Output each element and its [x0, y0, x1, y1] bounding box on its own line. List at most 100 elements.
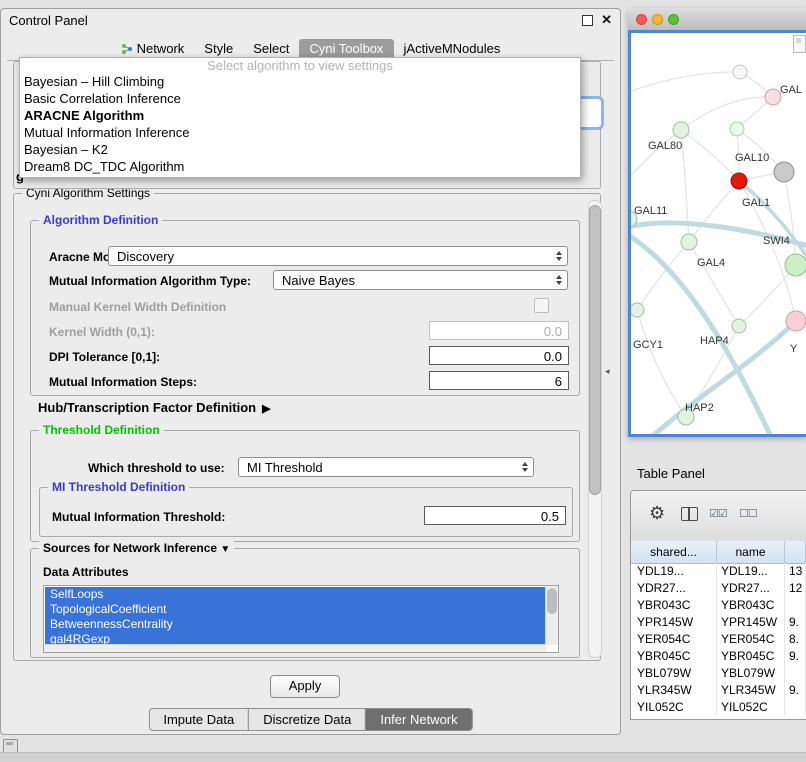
tab-select[interactable]: Select [243, 39, 299, 59]
cell: 13 [785, 563, 806, 580]
table-panel-window: ⚙ ☑☑ ☐☐ shared... name YDL19...YDL19...1… [630, 490, 806, 720]
scrollbar-thumb[interactable] [589, 205, 601, 495]
panel-splitter-arrow-icon[interactable]: ◂ [605, 366, 610, 377]
network-node-gal4[interactable] [681, 234, 697, 250]
aracne-mode-combo[interactable]: Discovery [108, 246, 568, 266]
sources-section-toggle[interactable]: Sources for Network Inference ▼ [39, 541, 234, 555]
data-attributes-label: Data Attributes [43, 565, 129, 579]
table-body: YDL19...YDL19...13 YDR27...YDR27...12 YB… [631, 563, 806, 719]
table-row[interactable]: YIL052CYIL052C [631, 699, 806, 716]
network-node[interactable] [730, 122, 744, 136]
table-row[interactable]: YDR27...YDR27...12 [631, 580, 806, 597]
cell: YLR345W [717, 682, 785, 699]
dpi-tolerance-field[interactable]: 0.0 [429, 346, 569, 365]
tab-jactivemnodules[interactable]: jActiveMNodules [394, 39, 511, 59]
hub-transcription-section-toggle[interactable]: Hub/Transcription Factor Definition▶ [38, 400, 271, 415]
zoom-button[interactable] [668, 14, 679, 25]
float-window-icon[interactable] [582, 15, 593, 26]
mi-algorithm-type-value: Naive Bayes [274, 273, 551, 288]
settings-scrollbar[interactable] [588, 200, 602, 658]
table-header-row: shared... name [631, 541, 806, 564]
dropdown-item-dream8[interactable]: Dream8 DC_TDC Algorithm [20, 158, 580, 175]
table-row[interactable]: YLR345WYLR345W9. [631, 682, 806, 699]
network-node[interactable] [786, 311, 806, 331]
cell: YER054C [631, 631, 717, 648]
tab-select-label: Select [253, 41, 289, 56]
dpi-tolerance-label: DPI Tolerance [0,1]: [49, 350, 160, 364]
network-node[interactable] [733, 65, 747, 79]
dropdown-item-aracne[interactable]: ARACNE Algorithm [20, 107, 580, 124]
column-header-name[interactable]: name [717, 541, 785, 563]
kernel-width-field[interactable]: 0.0 [429, 321, 569, 340]
table-row[interactable]: YBR043CYBR043C [631, 597, 806, 614]
table-row[interactable]: YBL079WYBL079W [631, 665, 806, 682]
manual-kernel-width-checkbox[interactable] [534, 298, 549, 313]
network-node-gcy1[interactable] [631, 303, 644, 317]
network-node-label: GAL1 [742, 197, 770, 209]
network-node-gal80[interactable] [673, 122, 689, 138]
network-canvas[interactable]: GAL80 GAL10 GAL11 GAL1 SWI4 GAL4 GCY1 HA… [628, 30, 806, 437]
network-highlighted-edges [631, 181, 806, 437]
close-icon[interactable]: ✕ [601, 12, 612, 28]
list-horizontal-scrollbar[interactable] [44, 644, 546, 652]
network-scrollbar-corner[interactable] [793, 35, 806, 53]
mi-threshold-definition-group: MI Threshold Definition Mutual Informati… [39, 487, 573, 537]
table-row[interactable]: YER054CYER054C8. [631, 631, 806, 648]
deselect-all-columns-icon[interactable]: ☐☐ [739, 507, 757, 520]
network-node-label: GAL4 [697, 257, 725, 269]
tab-cyni-toolbox[interactable]: Cyni Toolbox [299, 39, 393, 59]
network-node[interactable] [765, 89, 781, 105]
network-node-swi4[interactable] [785, 254, 806, 276]
table-row[interactable]: YDL19...YDL19...13 [631, 563, 806, 580]
mi-steps-field[interactable]: 6 [429, 371, 569, 390]
network-node-gal10[interactable] [774, 162, 794, 182]
mi-threshold-field[interactable]: 0.5 [424, 506, 566, 525]
list-item-selfloops[interactable]: SelfLoops [45, 587, 546, 602]
cell: 9. [785, 682, 806, 699]
network-node-label: GAL [780, 84, 802, 96]
network-node-gal1[interactable] [731, 173, 747, 189]
column-header-extra[interactable] [785, 541, 806, 563]
list-item-betweennesscentrality[interactable]: BetweennessCentrality [45, 617, 546, 632]
dropdown-item-bayesian-k2[interactable]: Bayesian – K2 [20, 141, 580, 158]
minimize-button[interactable] [652, 14, 663, 25]
list-vertical-scrollbar[interactable] [545, 586, 558, 645]
network-node-label: GAL11 [634, 205, 667, 217]
cell: YBL079W [717, 665, 785, 682]
column-header-shared[interactable]: shared... [631, 541, 717, 563]
tab-impute-data[interactable]: Impute Data [148, 708, 249, 731]
network-node-label: HAP4 [700, 335, 729, 347]
apply-button[interactable]: Apply [270, 675, 340, 698]
cell: 12 [785, 580, 806, 597]
tab-jactivemnodules-label: jActiveMNodules [404, 41, 501, 56]
mi-algorithm-type-label: Mutual Information Algorithm Type: [49, 274, 251, 288]
table-row[interactable]: YPR145WYPR145W9. [631, 614, 806, 631]
columns-icon[interactable] [681, 507, 698, 521]
list-item-topologicalcoefficient[interactable]: TopologicalCoefficient [45, 602, 546, 617]
network-node-label: GCY1 [633, 339, 663, 351]
tab-infer-network[interactable]: Infer Network [365, 708, 472, 731]
network-view-window: GAL80 GAL10 GAL11 GAL1 SWI4 GAL4 GCY1 HA… [628, 8, 806, 437]
network-node-label: GAL10 [735, 152, 769, 164]
mi-steps-label: Mutual Information Steps: [49, 375, 197, 389]
mi-threshold-label: Mutual Information Threshold: [52, 510, 225, 524]
table-row[interactable]: YBR045CYBR045C9. [631, 648, 806, 665]
hub-transcription-label: Hub/Transcription Factor Definition [38, 400, 256, 415]
tab-discretize-data[interactable]: Discretize Data [248, 708, 366, 731]
which-threshold-combo[interactable]: MI Threshold [238, 457, 534, 477]
table-panel-title: Table Panel [637, 466, 705, 481]
dropdown-item-mutual-information[interactable]: Mutual Information Inference [20, 124, 580, 141]
close-button[interactable] [636, 14, 647, 25]
chevron-down-icon: ▼ [220, 544, 230, 555]
gear-icon[interactable]: ⚙ [649, 503, 665, 524]
dropdown-item-basic-correlation[interactable]: Basic Correlation Inference [20, 90, 580, 107]
tab-style[interactable]: Style [194, 39, 243, 59]
data-attributes-list: SelfLoops TopologicalCoefficient Between… [43, 585, 559, 653]
network-node-hap4[interactable] [732, 319, 746, 333]
dropdown-item-bayesian-hill-climbing[interactable]: Bayesian – Hill Climbing [20, 73, 580, 90]
mi-algorithm-type-combo[interactable]: Naive Bayes [273, 270, 568, 290]
scrollbar-thumb[interactable] [547, 588, 557, 614]
select-all-columns-icon[interactable]: ☑☑ [709, 507, 727, 520]
threshold-definition-title: Threshold Definition [39, 423, 164, 437]
tab-network[interactable]: Network [111, 39, 195, 59]
